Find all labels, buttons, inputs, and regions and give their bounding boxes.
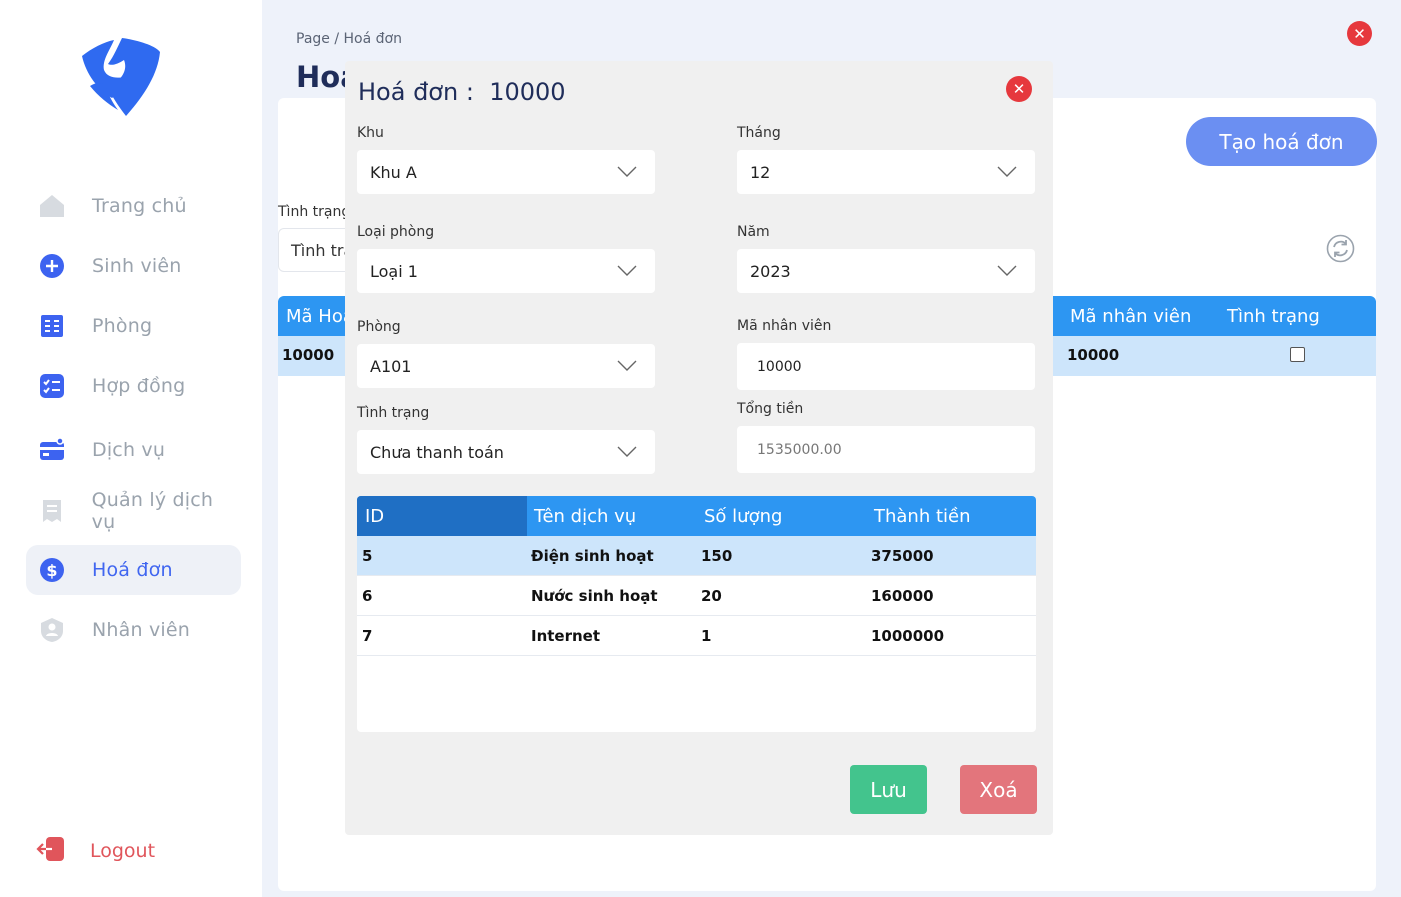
building-icon: [38, 312, 66, 340]
modal-title-prefix: Hoá đơn :: [358, 78, 474, 106]
user-badge-icon: [38, 616, 66, 644]
sidebar-item-sinh-vien[interactable]: Sinh viên: [26, 241, 241, 291]
table-row[interactable]: 5 Điện sinh hoạt 150 375000: [357, 536, 1036, 576]
service-qty-cell: 150: [701, 547, 733, 565]
service-qty-cell: 1: [701, 627, 712, 645]
table-row[interactable]: 6 Nước sinh hoạt 20 160000: [357, 576, 1036, 616]
chevron-down-icon: [617, 360, 637, 371]
employee-id-cell: 10000: [1067, 346, 1120, 364]
phong-select[interactable]: A101: [357, 344, 655, 388]
sidebar-item-label: Nhân viên: [92, 619, 191, 641]
service-name-cell: Nước sinh hoạt: [531, 587, 658, 605]
nam-value: 2023: [750, 261, 791, 281]
tinh-trang-value: Chưa thanh toán: [370, 442, 504, 462]
modal-invoice-id: 10000: [489, 78, 566, 106]
service-amount-cell: 375000: [871, 547, 934, 565]
tinh-trang-select[interactable]: Chưa thanh toán: [357, 430, 655, 474]
chevron-down-icon: [997, 166, 1017, 177]
delete-button[interactable]: Xoá: [960, 765, 1037, 814]
create-invoice-button[interactable]: Tạo hoá đơn: [1186, 117, 1377, 166]
column-header[interactable]: Tình trạng: [1227, 306, 1320, 327]
modal-title: Hoá đơn : 10000: [358, 78, 566, 106]
ma-nhan-vien-field[interactable]: 10000: [737, 343, 1035, 390]
sidebar-item-dich-vu[interactable]: Dịch vụ: [26, 425, 241, 475]
service-id-cell: 7: [362, 627, 373, 645]
logout-button[interactable]: Logout: [36, 834, 155, 868]
sidebar-item-label: Hoá đơn: [92, 559, 173, 581]
chevron-down-icon: [997, 265, 1017, 276]
logout-icon: [36, 834, 66, 868]
khu-value: Khu A: [370, 162, 417, 182]
tong-tien-field: 1535000.00: [737, 426, 1035, 473]
sidebar-item-label: Hợp đồng: [92, 375, 186, 397]
table-row[interactable]: 7 Internet 1 1000000: [357, 616, 1036, 656]
chevron-down-icon: [617, 265, 637, 276]
invoice-id-cell: 10000: [282, 346, 335, 364]
sidebar-item-hop-dong[interactable]: Hợp đồng: [26, 361, 241, 411]
save-button[interactable]: Lưu: [850, 765, 927, 814]
sidebar-item-label: Quản lý dịch vụ: [91, 489, 214, 533]
app-logo: [82, 38, 160, 116]
service-name-cell: Điện sinh hoạt: [531, 547, 654, 565]
sidebar-item-label: Dịch vụ: [92, 439, 166, 461]
sidebar-item-hoa-don[interactable]: $ Hoá đơn: [26, 545, 241, 595]
sidebar-item-phong[interactable]: Phòng: [26, 301, 241, 351]
breadcrumb: Page / Hoá đơn: [296, 31, 402, 47]
chevron-down-icon: [617, 446, 637, 457]
refresh-icon[interactable]: [1326, 234, 1355, 263]
column-header[interactable]: Số lượng: [704, 506, 782, 527]
filter-label: Tình trạng: [278, 204, 351, 220]
plus-circle-icon: [38, 252, 66, 280]
close-icon: ✕: [1012, 80, 1026, 98]
service-amount-cell: 160000: [871, 587, 934, 605]
service-id-cell: 6: [362, 587, 373, 605]
tong-tien-label: Tổng tiền: [737, 401, 804, 417]
column-header[interactable]: ID: [365, 506, 384, 527]
checklist-icon: [38, 372, 66, 400]
services-table: ID Tên dịch vụ Số lượng Thành tiền 5 Điệ…: [357, 496, 1036, 732]
home-icon: [38, 192, 66, 220]
tinh-trang-label: Tình trạng: [357, 405, 430, 421]
chevron-down-icon: [617, 166, 637, 177]
service-name-cell: Internet: [531, 627, 601, 645]
ma-nhan-vien-label: Mã nhân viên: [737, 318, 832, 334]
services-table-header: ID Tên dịch vụ Số lượng Thành tiền: [357, 496, 1036, 536]
close-icon: ✕: [1353, 24, 1366, 43]
column-header[interactable]: Thành tiền: [874, 506, 971, 527]
sidebar-item-quan-ly-dich-vu[interactable]: Quản lý dịch vụ: [26, 486, 241, 536]
column-header[interactable]: Mã nhân viên: [1070, 306, 1191, 327]
receipt-icon: [38, 497, 66, 525]
service-id-cell: 5: [362, 547, 373, 565]
loai-phong-value: Loại 1: [370, 261, 418, 281]
logout-label: Logout: [90, 840, 156, 862]
modal-close-button[interactable]: ✕: [1006, 76, 1032, 102]
sidebar-item-label: Trang chủ: [92, 195, 187, 217]
nam-label: Năm: [737, 224, 770, 240]
khu-select[interactable]: Khu A: [357, 150, 655, 194]
phong-value: A101: [370, 356, 412, 376]
phong-label: Phòng: [357, 319, 401, 335]
thang-select[interactable]: 12: [737, 150, 1035, 194]
sidebar-item-label: Phòng: [92, 315, 153, 337]
dollar-icon: $: [38, 556, 66, 584]
loai-phong-select[interactable]: Loại 1: [357, 249, 655, 293]
svg-text:$: $: [46, 561, 57, 580]
sidebar: Trang chủ Sinh viên Phòng Hợp đồng Dịch …: [0, 0, 262, 897]
sidebar-item-trang-chu[interactable]: Trang chủ: [26, 181, 241, 231]
column-header[interactable]: Tên dịch vụ: [534, 506, 636, 527]
khu-label: Khu: [357, 125, 384, 141]
sidebar-item-label: Sinh viên: [92, 255, 182, 277]
nam-select[interactable]: 2023: [737, 249, 1035, 293]
window-close-button[interactable]: ✕: [1347, 21, 1372, 46]
status-checkbox[interactable]: [1290, 347, 1305, 362]
service-amount-cell: 1000000: [871, 627, 945, 645]
thang-label: Tháng: [737, 125, 781, 141]
service-qty-cell: 20: [701, 587, 722, 605]
sidebar-item-nhan-vien[interactable]: Nhân viên: [26, 605, 241, 655]
thang-value: 12: [750, 162, 771, 182]
loai-phong-label: Loại phòng: [357, 224, 435, 240]
card-icon: [38, 436, 66, 464]
